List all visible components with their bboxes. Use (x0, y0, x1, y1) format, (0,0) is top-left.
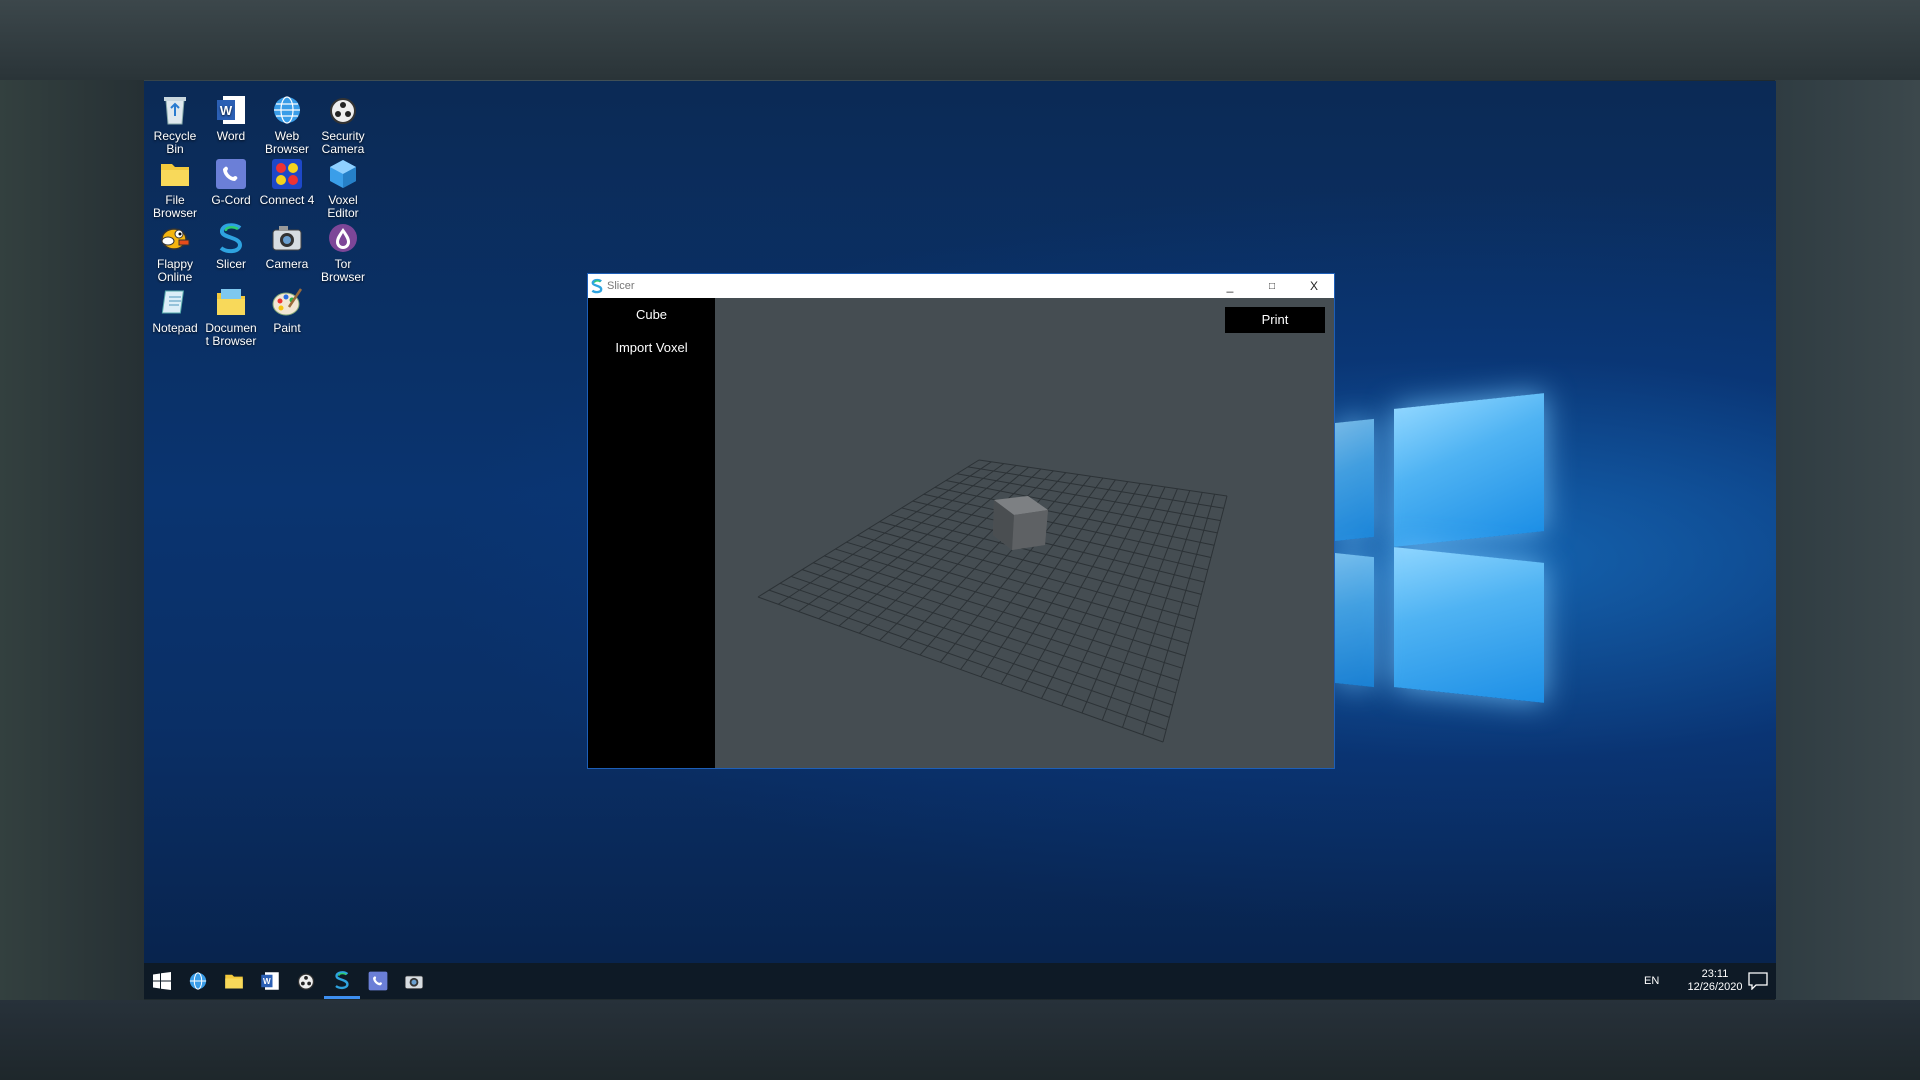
desktop-icon-camera[interactable]: Camera (258, 221, 316, 271)
globe-icon[interactable] (180, 963, 216, 999)
background-bottom (0, 1000, 1920, 1080)
folder-icon[interactable] (216, 963, 252, 999)
import-voxel-button[interactable]: Import Voxel (588, 331, 715, 364)
desktop-icon-slicer[interactable]: Slicer (202, 221, 260, 271)
desktop-icon-label: Voxel Editor (327, 193, 359, 220)
globe-icon (269, 93, 305, 127)
desktop-icon-label: Word (216, 129, 246, 143)
camera-icon (269, 221, 305, 255)
phone-icon (213, 157, 249, 191)
taskbar: W EN 23:11 12/26/2020 (144, 963, 1776, 999)
cube-model (993, 496, 1048, 550)
recycle-bin-icon (157, 93, 193, 127)
desktop-icon-flappy-online[interactable]: Flappy Online (146, 221, 204, 284)
bird-icon (157, 221, 193, 255)
desktop-icon-label: Flappy Online (156, 257, 194, 284)
desktop-icon-label: Camera (265, 257, 309, 271)
desktop-icon-security-camera[interactable]: Security Camera (314, 93, 372, 156)
desktop-icon-connect-4[interactable]: Connect 4 (258, 157, 316, 207)
desktop-icon-voxel-editor[interactable]: Voxel Editor (314, 157, 372, 220)
clock-time[interactable]: 23:11 (1685, 968, 1745, 980)
desktop-icon-paint[interactable]: Paint (258, 285, 316, 335)
desktop-icon-recycle-bin[interactable]: Recycle Bin (146, 93, 204, 156)
maximize-button[interactable]: □ (1252, 274, 1292, 298)
desktop-icon-label: Paint (273, 321, 301, 335)
desktop-icon-label: Connect 4 (259, 193, 315, 207)
desktop-icon-label: Notepad (152, 321, 198, 335)
window-title: Slicer (607, 280, 635, 292)
camera-reel-icon[interactable] (288, 963, 324, 999)
close-button[interactable]: X (1294, 274, 1334, 298)
desktop-icon-label: Security Camera (321, 129, 365, 156)
desktop-icon-label: Slicer (215, 257, 246, 271)
shape-sidebar: Cube Import Voxel (588, 298, 715, 768)
desktop-icon-word[interactable]: W Word (202, 93, 260, 143)
desktop-icon-label: Web Browser (264, 129, 309, 156)
desktop-icon-label: G-Cord (211, 193, 251, 207)
background-right (1775, 80, 1920, 1000)
desktop-icon-web-browser[interactable]: Web Browser (258, 93, 316, 156)
desktop-icon-label: Recycle Bin (153, 129, 197, 156)
folder-icon (157, 157, 193, 191)
notepad-icon (157, 285, 193, 319)
phone-icon[interactable] (360, 963, 396, 999)
cube-button[interactable]: Cube (588, 298, 715, 331)
camera-icon[interactable] (396, 963, 432, 999)
language-indicator[interactable]: EN (1644, 975, 1659, 987)
windows-start-icon[interactable] (144, 963, 180, 999)
background-top (0, 0, 1920, 80)
connect4-icon (269, 157, 305, 191)
svg-text:W: W (263, 977, 271, 986)
3d-viewport[interactable]: Print (715, 298, 1334, 768)
slicer-icon (213, 221, 249, 255)
desktop-screen: Recycle Bin W Word Web Browser Security … (144, 81, 1776, 999)
slicer-icon[interactable] (324, 963, 360, 999)
slicer-icon (590, 278, 604, 294)
desktop-icon-file-browser[interactable]: File Browser (146, 157, 204, 220)
print-bed-grid (757, 459, 1228, 743)
paint-palette-icon (269, 285, 305, 319)
print-button[interactable]: Print (1225, 307, 1325, 333)
notification-icon[interactable] (1740, 963, 1776, 999)
window-titlebar[interactable]: Slicer _ □ X (588, 274, 1334, 298)
word-icon: W (213, 93, 249, 127)
clock-date[interactable]: 12/26/2020 (1685, 981, 1745, 993)
minimize-button[interactable]: _ (1210, 274, 1250, 298)
desktop-icon-label: Documen t Browser (205, 321, 257, 348)
svg-text:W: W (220, 103, 233, 118)
slicer-window[interactable]: Slicer _ □ X Cube Import Voxel Print (587, 273, 1335, 769)
desktop-icon-label: Tor Browser (320, 257, 365, 284)
print-bed-canvas (757, 459, 1228, 743)
desktop-icon-document-browser[interactable]: Documen t Browser (202, 285, 260, 348)
background-left (0, 80, 144, 1000)
desktop-icon-g-cord[interactable]: G-Cord (202, 157, 260, 207)
camera-reel-icon (325, 93, 361, 127)
cube-icon (325, 157, 361, 191)
desktop-icon-label: File Browser (152, 193, 197, 220)
desktop-icon-notepad[interactable]: Notepad (146, 285, 204, 335)
onion-icon (325, 221, 361, 255)
desktop-icon-tor-browser[interactable]: Tor Browser (314, 221, 372, 284)
document-folder-icon (213, 285, 249, 319)
word-icon[interactable]: W (252, 963, 288, 999)
